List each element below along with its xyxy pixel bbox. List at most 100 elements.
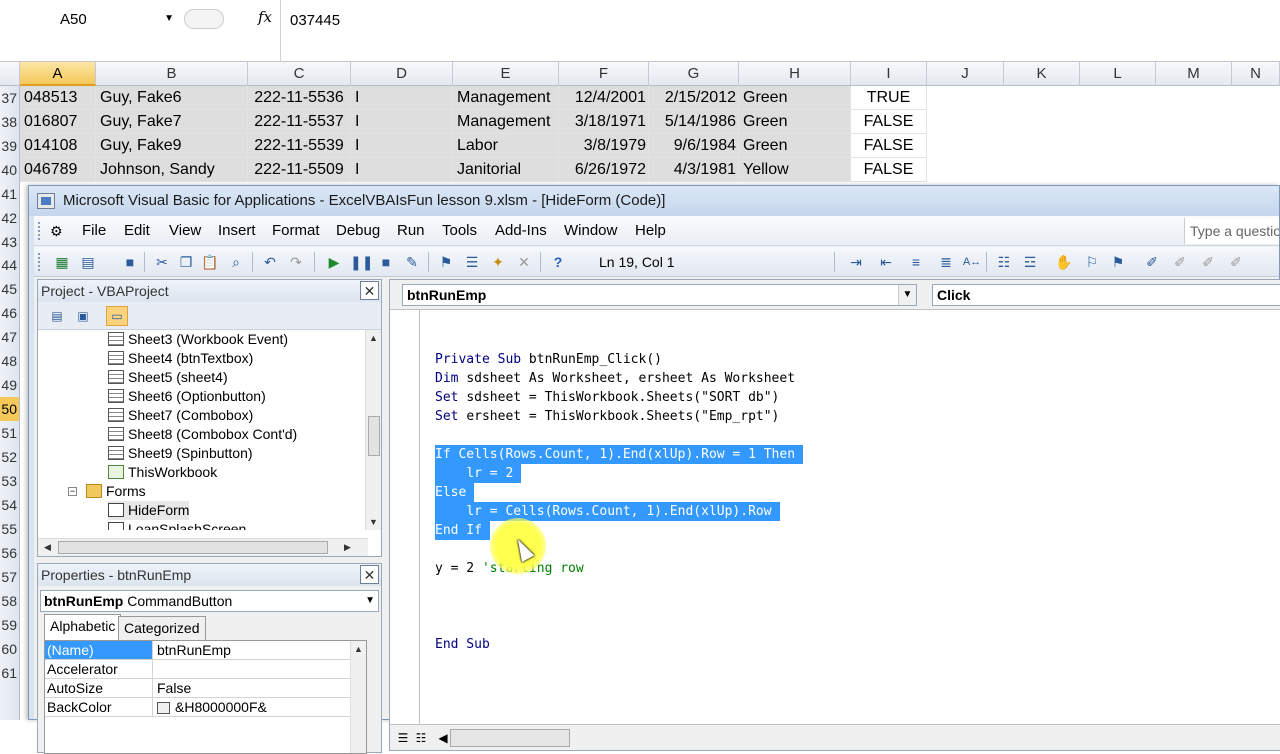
view-excel-icon[interactable]: ▦ (52, 252, 72, 272)
save-icon[interactable]: ■ (120, 252, 140, 272)
toolbar-options-icon[interactable]: ✐ (1198, 252, 1218, 272)
toolbar-grip-icon[interactable] (38, 253, 42, 271)
uncomment-block-icon[interactable]: ☲ (1020, 252, 1040, 272)
row-header[interactable]: 52 (0, 445, 20, 469)
toolbox-icon[interactable]: ✕ (514, 252, 534, 272)
cell[interactable]: 046789 (20, 158, 96, 182)
column-header-j[interactable]: J (927, 62, 1004, 86)
tree-item[interactable]: Sheet3 (Workbook Event) (108, 330, 288, 349)
cell[interactable]: 2/15/2012 (649, 86, 739, 110)
find-icon[interactable]: ⌕ (226, 252, 246, 272)
row-header[interactable]: 54 (0, 493, 20, 517)
code-line[interactable]: End Sub (435, 635, 490, 654)
menu-addins[interactable]: Add-Ins (495, 216, 547, 246)
code-line[interactable]: Set sdsheet = ThisWorkbook.Sheets("SORT … (435, 388, 779, 407)
column-header-e[interactable]: E (453, 62, 559, 86)
row-header[interactable]: 40 (0, 158, 20, 182)
row-header-selected[interactable]: 50 (0, 397, 20, 421)
cell[interactable]: FALSE (851, 110, 927, 134)
name-box-dropdown-icon[interactable]: ▼ (164, 13, 174, 24)
column-header-l[interactable]: L (1080, 62, 1156, 86)
cell[interactable]: Management (453, 110, 559, 134)
tree-item[interactable]: LoanSplashScreen (108, 520, 246, 530)
help-search-input[interactable]: Type a question (1184, 218, 1279, 244)
vba-menu-icon[interactable]: ⚙ (50, 223, 63, 240)
menu-help[interactable]: Help (635, 216, 666, 246)
cell[interactable]: 222-11-5539 (248, 134, 351, 158)
toolbar-options-icon[interactable]: ✐ (1226, 252, 1246, 272)
name-box[interactable]: A50 ▼ (0, 6, 178, 32)
tree-item[interactable]: Sheet5 (sheet4) (108, 368, 228, 387)
cell[interactable]: Yellow (739, 158, 851, 182)
row-header[interactable]: 41 (0, 182, 20, 206)
cell[interactable]: I (351, 86, 453, 110)
cell[interactable]: 3/18/1971 (559, 110, 649, 134)
cell[interactable]: Green (739, 86, 851, 110)
row-header[interactable]: 57 (0, 565, 20, 589)
tree-item-selected[interactable]: HideForm (108, 501, 190, 520)
tab-alphabetic[interactable]: Alphabetic (44, 614, 122, 640)
procedure-combo[interactable]: Click (932, 284, 1280, 306)
menu-run[interactable]: Run (397, 216, 425, 246)
break-icon[interactable]: ❚❚ (350, 252, 373, 272)
tree-item[interactable]: ThisWorkbook (108, 463, 217, 482)
cell[interactable]: I (351, 110, 453, 134)
select-all-corner[interactable] (0, 62, 20, 86)
full-module-view-icon[interactable]: ☷ (412, 729, 430, 747)
column-header-b[interactable]: B (96, 62, 248, 86)
column-header-d[interactable]: D (351, 62, 453, 86)
collapse-icon[interactable]: − (68, 487, 77, 496)
row-header[interactable]: 61 (0, 661, 20, 720)
property-value[interactable]: btnRunEmp (157, 641, 231, 659)
row-header[interactable]: 56 (0, 541, 20, 565)
property-row[interactable]: Accelerator (45, 660, 366, 679)
object-selector[interactable]: btnRunEmp CommandButton ▼ (40, 590, 379, 612)
tree-item[interactable]: Sheet6 (Optionbutton) (108, 387, 266, 406)
row-header[interactable]: 43 (0, 230, 20, 254)
outdent-icon[interactable]: ⇤ (876, 252, 896, 272)
column-header-n[interactable]: N (1232, 62, 1280, 86)
menu-debug[interactable]: Debug (336, 216, 380, 246)
row-header[interactable]: 48 (0, 349, 20, 373)
code-line-selected[interactable]: lr = 2 (435, 464, 522, 483)
list-properties-icon[interactable]: ≡ (906, 252, 926, 272)
property-row[interactable]: AutoSize False (45, 679, 366, 698)
menu-insert[interactable]: Insert (218, 216, 256, 246)
bookmark-icon[interactable]: ⚐ (1082, 252, 1102, 272)
cell[interactable]: TRUE (851, 86, 927, 110)
row-header[interactable]: 42 (0, 206, 20, 230)
cell[interactable]: Guy, Fake6 (96, 86, 248, 110)
menubar-grip-icon[interactable] (38, 222, 42, 240)
row-header[interactable]: 46 (0, 301, 20, 325)
cell[interactable]: Guy, Fake7 (96, 110, 248, 134)
row-header[interactable]: 51 (0, 421, 20, 445)
tree-item-forms-folder[interactable]: Forms (86, 482, 146, 501)
menu-file[interactable]: File (82, 216, 106, 246)
cell[interactable]: Johnson, Sandy (96, 158, 248, 182)
cell[interactable]: 6/26/1972 (559, 158, 649, 182)
menu-format[interactable]: Format (272, 216, 320, 246)
tree-item[interactable]: Sheet4 (btnTextbox) (108, 349, 253, 368)
indent-icon[interactable]: ⇥ (846, 252, 866, 272)
row-header[interactable]: 58 (0, 589, 20, 613)
cell[interactable]: 5/14/1986 (649, 110, 739, 134)
cell[interactable]: 9/6/1984 (649, 134, 739, 158)
cell[interactable]: Guy, Fake9 (96, 134, 248, 158)
row-header[interactable]: 59 (0, 613, 20, 637)
row-header[interactable]: 49 (0, 373, 20, 397)
tree-item[interactable]: Sheet7 (Combobox) (108, 406, 253, 425)
code-line[interactable]: Private Sub btnRunEmp_Click() (435, 350, 662, 369)
code-margin[interactable] (390, 310, 420, 726)
cell[interactable]: 016807 (20, 110, 96, 134)
cell[interactable]: FALSE (851, 158, 927, 182)
code-editor[interactable]: Private Sub btnRunEmp_Click() Dim sdshee… (421, 310, 1280, 726)
formula-input[interactable]: 037445 (290, 12, 340, 29)
cell[interactable]: 4/3/1981 (649, 158, 739, 182)
cell[interactable]: 048513 (20, 86, 96, 110)
project-horizontal-scrollbar[interactable]: ◀ ▶ (38, 538, 368, 556)
row-header[interactable]: 55 (0, 517, 20, 541)
column-header-f[interactable]: F (559, 62, 649, 86)
column-header-k[interactable]: K (1004, 62, 1080, 86)
cut-icon[interactable]: ✂ (152, 252, 172, 272)
property-value[interactable]: False (157, 679, 191, 697)
